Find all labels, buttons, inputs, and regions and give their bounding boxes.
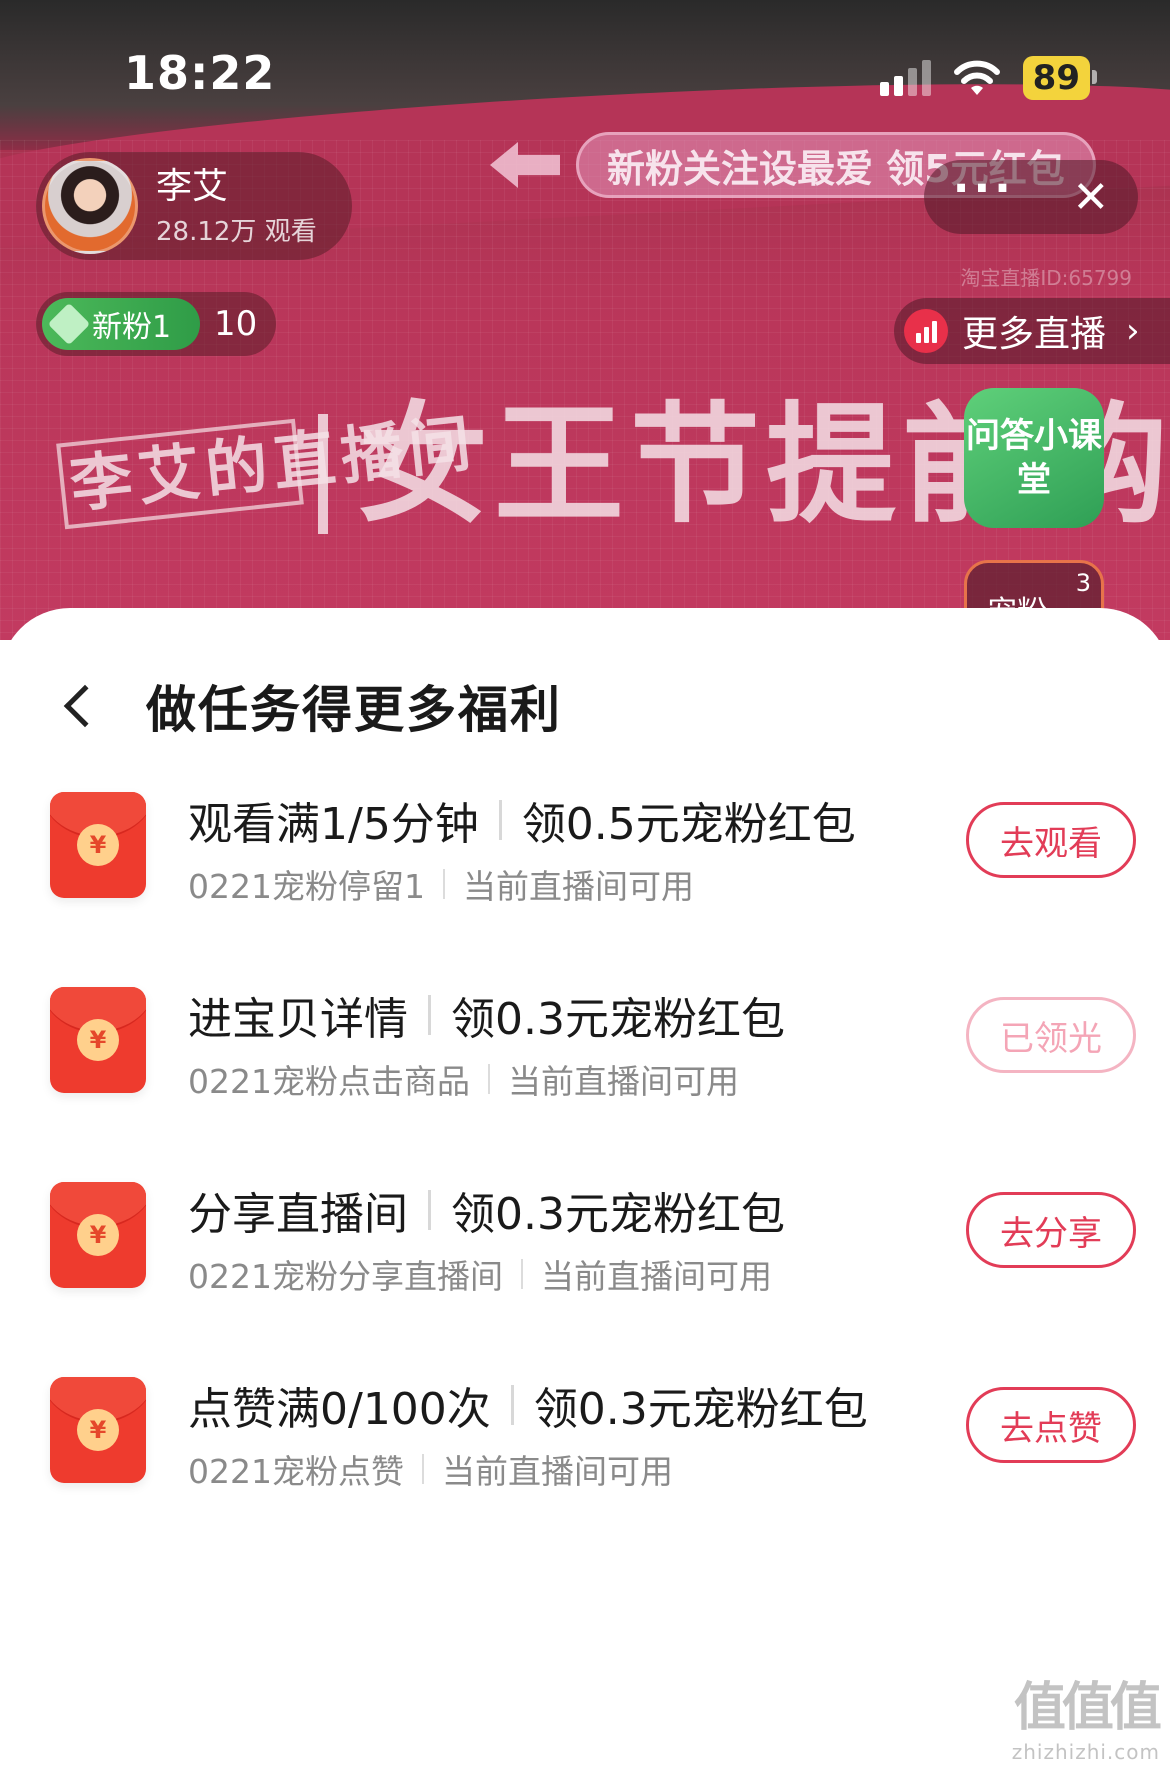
- task-row: ¥ 进宝贝详情 领0.3元宠粉红包 0221宠粉点击商品 当前直播间可用 已领光: [0, 973, 1170, 1168]
- task-code: 0221宠粉点击商品: [188, 1062, 470, 1101]
- divider: [510, 1385, 514, 1425]
- claimed-out-button: 已领光: [966, 997, 1136, 1073]
- fan-level-label: 新粉1: [92, 310, 172, 345]
- coin-icon: ¥: [77, 1019, 119, 1061]
- fan-level-badge: 新粉1: [42, 298, 200, 350]
- fan-task-count: 3: [1075, 569, 1091, 597]
- task-scope: 当前直播间可用: [540, 1257, 772, 1296]
- task-reward: 领0.3元宠粉红包: [451, 1189, 785, 1240]
- host-name: 李艾: [156, 165, 229, 207]
- qa-classroom-button[interactable]: 问答小课堂: [964, 388, 1104, 528]
- chevron-right-icon: ›: [1126, 311, 1140, 351]
- task-code: 0221宠粉停留1: [188, 867, 425, 906]
- task-row: ¥ 观看满1/5分钟 领0.5元宠粉红包 0221宠粉停留1 当前直播间可用 去观看: [0, 778, 1170, 973]
- divider: [442, 869, 445, 899]
- go-like-button[interactable]: 去点赞: [966, 1387, 1136, 1463]
- task-scope: 当前直播间可用: [441, 1452, 673, 1491]
- red-envelope-icon: ¥: [50, 1377, 146, 1483]
- more-live-button[interactable]: 更多直播 ›: [894, 298, 1170, 364]
- viewer-count: 28.12万 观看: [156, 216, 317, 247]
- watermark-logo: 值值值: [1013, 1678, 1162, 1738]
- fan-level-count: 10: [214, 304, 258, 344]
- battery-indicator: 89: [1022, 56, 1098, 100]
- task-code: 0221宠粉分享直播间: [188, 1257, 503, 1296]
- coin-icon: ¥: [77, 1409, 119, 1451]
- sheet-header: 做任务得更多福利: [0, 666, 1170, 746]
- host-info[interactable]: 李艾 28.12万 观看: [36, 152, 352, 260]
- task-reward: 领0.5元宠粉红包: [521, 799, 856, 850]
- fan-level-pill[interactable]: 新粉1 10: [36, 292, 276, 356]
- more-live-label: 更多直播: [962, 314, 1107, 355]
- go-watch-button[interactable]: 去观看: [966, 802, 1136, 878]
- back-chevron-icon[interactable]: [63, 684, 107, 728]
- status-time: 18:22: [124, 46, 276, 100]
- task-name: 观看满1/5分钟: [188, 799, 479, 850]
- task-name: 点赞满0/100次: [188, 1384, 491, 1435]
- task-row: ¥ 分享直播间 领0.3元宠粉红包 0221宠粉分享直播间 当前直播间可用 去分享: [0, 1168, 1170, 1363]
- red-envelope-icon: ¥: [50, 987, 146, 1093]
- live-room-id: 淘宝直播ID:65799: [960, 266, 1132, 290]
- host-avatar[interactable]: [42, 158, 138, 254]
- divider: [520, 1259, 523, 1289]
- task-reward: 领0.3元宠粉红包: [451, 994, 785, 1045]
- divider: [421, 1454, 424, 1484]
- divider: [487, 1064, 490, 1094]
- go-share-button[interactable]: 去分享: [966, 1192, 1136, 1268]
- task-row: ¥ 点赞满0/100次 领0.3元宠粉红包 0221宠粉点赞 当前直播间可用 去点赞: [0, 1363, 1170, 1558]
- close-icon[interactable]: ✕: [1072, 172, 1109, 223]
- red-envelope-icon: ¥: [50, 1182, 146, 1288]
- divider: [498, 800, 502, 840]
- watermark: 值值值 zhizhizhi.com: [1011, 1665, 1162, 1764]
- task-scope: 当前直播间可用: [462, 867, 694, 906]
- coin-icon: ¥: [77, 1214, 119, 1256]
- more-options-icon[interactable]: ···: [953, 163, 1015, 214]
- coin-icon: ¥: [77, 824, 119, 866]
- cellular-signal-icon: [879, 60, 931, 96]
- sheet-title: 做任务得更多福利: [146, 681, 562, 739]
- stream-brand-logo: 李艾的直播间: [56, 406, 480, 530]
- task-sheet: 做任务得更多福利 ¥ 观看满1/5分钟 领0.5元宠粉红包 0221宠粉停留1 当前…: [0, 608, 1170, 1770]
- task-reward: 领0.3元宠粉红包: [533, 1384, 868, 1435]
- watermark-url: zhizhizhi.com: [1011, 1740, 1160, 1764]
- divider: [428, 1190, 431, 1230]
- diamond-icon: [47, 302, 91, 346]
- task-scope: 当前直播间可用: [507, 1062, 739, 1101]
- top-right-controls: ··· ✕: [924, 160, 1138, 234]
- task-list: ¥ 观看满1/5分钟 领0.5元宠粉红包 0221宠粉停留1 当前直播间可用 去观看…: [0, 778, 1170, 1558]
- divider: [428, 995, 431, 1035]
- task-name: 分享直播间: [188, 1189, 408, 1240]
- status-icons: 89: [879, 56, 1098, 100]
- wifi-icon: [953, 60, 1000, 95]
- arrow-left-icon: [490, 142, 560, 188]
- task-code: 0221宠粉点赞: [188, 1452, 404, 1491]
- task-name: 进宝贝详情: [188, 994, 408, 1045]
- live-bars-icon: [904, 309, 948, 353]
- red-envelope-icon: ¥: [50, 792, 146, 898]
